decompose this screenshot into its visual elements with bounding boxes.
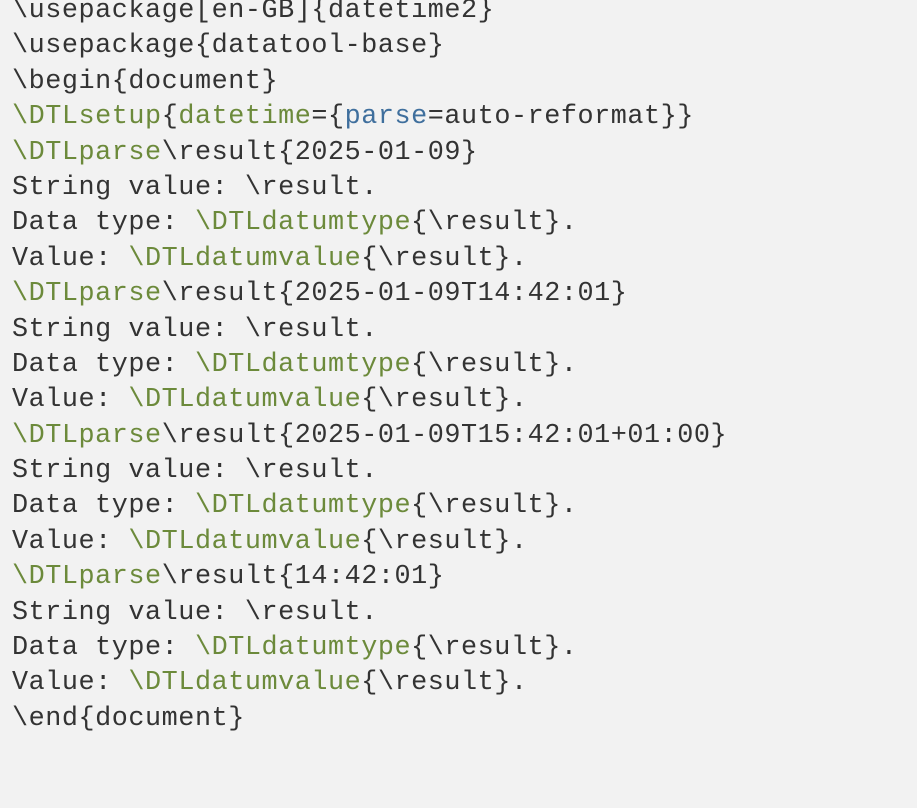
code-text-token: {\result}. bbox=[411, 349, 578, 380]
code-text-token: String value: \result. bbox=[12, 172, 378, 203]
code-text-token: { bbox=[161, 102, 179, 133]
code-text-token: =auto-reformat}} bbox=[427, 102, 694, 133]
code-line: Value: \DTLdatumvalue{\result}. bbox=[12, 666, 912, 701]
code-text-token: \result{2025-01-09} bbox=[161, 137, 478, 168]
code-text-token: String value: \result. bbox=[12, 314, 378, 345]
code-text-token: Value: bbox=[12, 243, 129, 274]
code-text-token: Value: bbox=[12, 385, 129, 416]
code-line: String value: \result. bbox=[12, 596, 912, 631]
latex-command-token: \DTLparse bbox=[12, 137, 162, 168]
code-text-token: \result{14:42:01} bbox=[161, 562, 445, 593]
code-line: Data type: \DTLdatumtype{\result}. bbox=[12, 206, 912, 241]
code-line: \usepackage{datatool-base} bbox=[12, 29, 912, 64]
code-line: Data type: \DTLdatumtype{\result}. bbox=[12, 631, 912, 666]
code-listing: \usepackage[en-GB]{datetime2} \usepackage… bbox=[12, 0, 912, 737]
latex-command-token: \DTLdatumvalue bbox=[128, 668, 362, 699]
code-line: String value: \result. bbox=[12, 313, 912, 348]
latex-command-token: \DTLparse bbox=[12, 420, 162, 451]
latex-command-token: datetime bbox=[178, 102, 312, 133]
code-line: \DTLparse\result{2025-01-09T14:42:01} bbox=[12, 277, 912, 312]
code-line: \DTLparse\result{2025-01-09T15:42:01+01:… bbox=[12, 419, 912, 454]
code-text-token: Data type: bbox=[12, 491, 195, 522]
code-text-token: \end{document} bbox=[12, 703, 245, 734]
code-text-token: {\result}. bbox=[361, 243, 528, 274]
option-key-token: parse bbox=[344, 102, 428, 133]
code-line: \DTLparse\result{14:42:01} bbox=[12, 560, 912, 595]
code-text-token: {\result}. bbox=[411, 633, 578, 664]
latex-command-token: \DTLdatumtype bbox=[194, 349, 412, 380]
code-line: Value: \DTLdatumvalue{\result}. bbox=[12, 242, 912, 277]
latex-command-token: \DTLdatumtype bbox=[194, 491, 412, 522]
code-line: Data type: \DTLdatumtype{\result}. bbox=[12, 489, 912, 524]
code-text-token: {\result}. bbox=[361, 385, 528, 416]
latex-command-token: \DTLdatumvalue bbox=[128, 385, 362, 416]
code-line: \DTLsetup{datetime={parse=auto-reformat}… bbox=[12, 100, 912, 135]
latex-command-token: \DTLdatumvalue bbox=[128, 526, 362, 557]
code-text-token: \usepackage[en-GB]{datetime2} bbox=[12, 0, 495, 26]
latex-command-token: \DTLdatumtype bbox=[194, 633, 412, 664]
code-text-token: {\result}. bbox=[411, 491, 578, 522]
code-text-token: Value: bbox=[12, 526, 129, 557]
code-text-token: \result{2025-01-09T15:42:01+01:00} bbox=[161, 420, 728, 451]
code-line: \begin{document} bbox=[12, 65, 912, 100]
code-text-token: \begin{document} bbox=[12, 66, 279, 97]
latex-command-token: \DTLparse bbox=[12, 279, 162, 310]
code-line: String value: \result. bbox=[12, 171, 912, 206]
latex-command-token: \DTLdatumvalue bbox=[128, 243, 362, 274]
code-text-token: {\result}. bbox=[411, 208, 578, 239]
code-line: \usepackage[en-GB]{datetime2} bbox=[12, 0, 912, 29]
code-text-token: Data type: bbox=[12, 633, 195, 664]
latex-command-token: \DTLsetup bbox=[12, 102, 162, 133]
code-text-token: Data type: bbox=[12, 208, 195, 239]
code-text-token: Data type: bbox=[12, 349, 195, 380]
code-line: \DTLparse\result{2025-01-09} bbox=[12, 136, 912, 171]
code-line: Value: \DTLdatumvalue{\result}. bbox=[12, 383, 912, 418]
latex-command-token: \DTLparse bbox=[12, 562, 162, 593]
code-text-token: Value: bbox=[12, 668, 129, 699]
code-line: Value: \DTLdatumvalue{\result}. bbox=[12, 525, 912, 560]
code-line: String value: \result. bbox=[12, 454, 912, 489]
code-line: Data type: \DTLdatumtype{\result}. bbox=[12, 348, 912, 383]
latex-command-token: \DTLdatumtype bbox=[194, 208, 412, 239]
code-line: \end{document} bbox=[12, 702, 912, 737]
code-text-token: {\result}. bbox=[361, 668, 528, 699]
code-text-token: \result{2025-01-09T14:42:01} bbox=[161, 279, 628, 310]
code-text-token: {\result}. bbox=[361, 526, 528, 557]
code-text-token: String value: \result. bbox=[12, 456, 378, 487]
code-text-token: \usepackage{datatool-base} bbox=[12, 31, 445, 62]
code-text-token: String value: \result. bbox=[12, 597, 378, 628]
code-text-token: ={ bbox=[311, 102, 345, 133]
